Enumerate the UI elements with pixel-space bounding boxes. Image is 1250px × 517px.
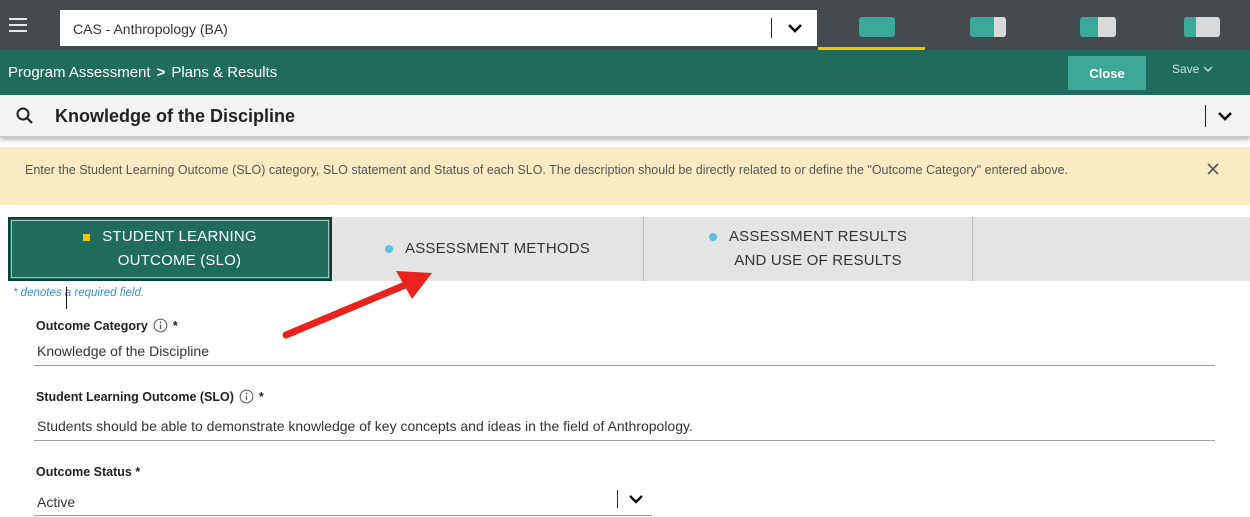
required-field-note: * denotes a required field. (13, 287, 145, 299)
breadcrumb-separator: > (156, 64, 166, 81)
slo-label-text: Student Learning Outcome (SLO) (36, 389, 234, 404)
field-underline (34, 365, 1215, 366)
top-bar: CAS - Anthropology (BA) (0, 0, 1250, 50)
tab-assessment-results[interactable]: ASSESSMENT RESULTS AND USE OF RESULTS (644, 217, 972, 281)
close-icon[interactable] (1205, 161, 1221, 177)
required-asterisk: * (258, 389, 264, 404)
outcome-status-label: Outcome Status * (36, 465, 141, 479)
status-dot-icon (384, 245, 393, 253)
outcome-status-select[interactable]: Active (37, 494, 75, 510)
tab-label-line: ASSESSMENT RESULTS (728, 228, 908, 245)
select-divider (771, 18, 772, 38)
record-title: Knowledge of the Discipline (55, 106, 296, 126)
breadcrumb-item-program-assessment[interactable]: Program Assessment (8, 64, 151, 81)
active-marker-icon (83, 234, 91, 241)
text-cursor (66, 287, 67, 309)
layout-full-icon (859, 17, 895, 37)
breadcrumb: Program Assessment > Plans & Results (8, 64, 277, 81)
tab-label-line: STUDENT LEARNING (102, 228, 257, 245)
info-icon[interactable] (239, 389, 254, 404)
info-banner-text: Enter the Student Learning Outcome (SLO)… (25, 163, 1069, 177)
save-button[interactable]: Save (1172, 62, 1213, 76)
search-icon[interactable] (15, 106, 35, 126)
chevron-down-icon (1203, 66, 1213, 72)
info-banner: Enter the Student Learning Outcome (SLO)… (0, 147, 1250, 205)
record-title-bar: Knowledge of the Discipline (0, 95, 1250, 137)
view-tab-full[interactable] (818, 0, 925, 50)
select-divider (1205, 105, 1206, 127)
hamburger-menu-icon[interactable] (0, 10, 36, 40)
view-tab-right-panel[interactable] (929, 0, 1036, 50)
chevron-down-icon[interactable] (627, 490, 645, 508)
chevron-down-icon[interactable] (1215, 105, 1235, 127)
required-asterisk: * (172, 318, 178, 333)
slo-label: Student Learning Outcome (SLO) * (36, 389, 264, 404)
select-divider (617, 490, 618, 508)
status-dot-icon (708, 233, 717, 241)
info-icon[interactable] (153, 318, 168, 333)
outcome-category-label-text: Outcome Category (36, 318, 148, 333)
outcome-category-label: Outcome Category * (36, 318, 178, 333)
field-underline (34, 440, 1215, 441)
chevron-down-icon[interactable] (785, 16, 805, 40)
view-tab-split[interactable] (1039, 0, 1146, 50)
layout-right-panel-icon (970, 17, 1006, 37)
view-tab-left-panel[interactable] (1143, 0, 1250, 50)
breadcrumb-bar: Program Assessment > Plans & Results (0, 50, 1250, 95)
slo-field[interactable]: Students should be able to demonstrate k… (37, 418, 693, 434)
close-button[interactable]: Close (1068, 56, 1146, 90)
breadcrumb-item-plans-results[interactable]: Plans & Results (171, 64, 277, 81)
annotation-arrow-icon (282, 271, 432, 339)
tab-label-line: OUTCOME (SLO) (117, 252, 242, 269)
outcome-category-field[interactable]: Knowledge of the Discipline (37, 343, 209, 359)
tab-divider (972, 217, 973, 281)
layout-left-panel-icon (1184, 17, 1220, 37)
layout-split-icon (1080, 17, 1116, 37)
tab-bar: STUDENT LEARNING OUTCOME (SLO) ASSESSMEN… (8, 217, 1250, 281)
save-button-label: Save (1172, 62, 1200, 76)
program-select[interactable]: CAS - Anthropology (BA) (60, 10, 817, 46)
program-select-value: CAS - Anthropology (BA) (73, 21, 228, 37)
field-underline (34, 515, 652, 516)
tab-label-line: AND USE OF RESULTS (734, 252, 902, 269)
